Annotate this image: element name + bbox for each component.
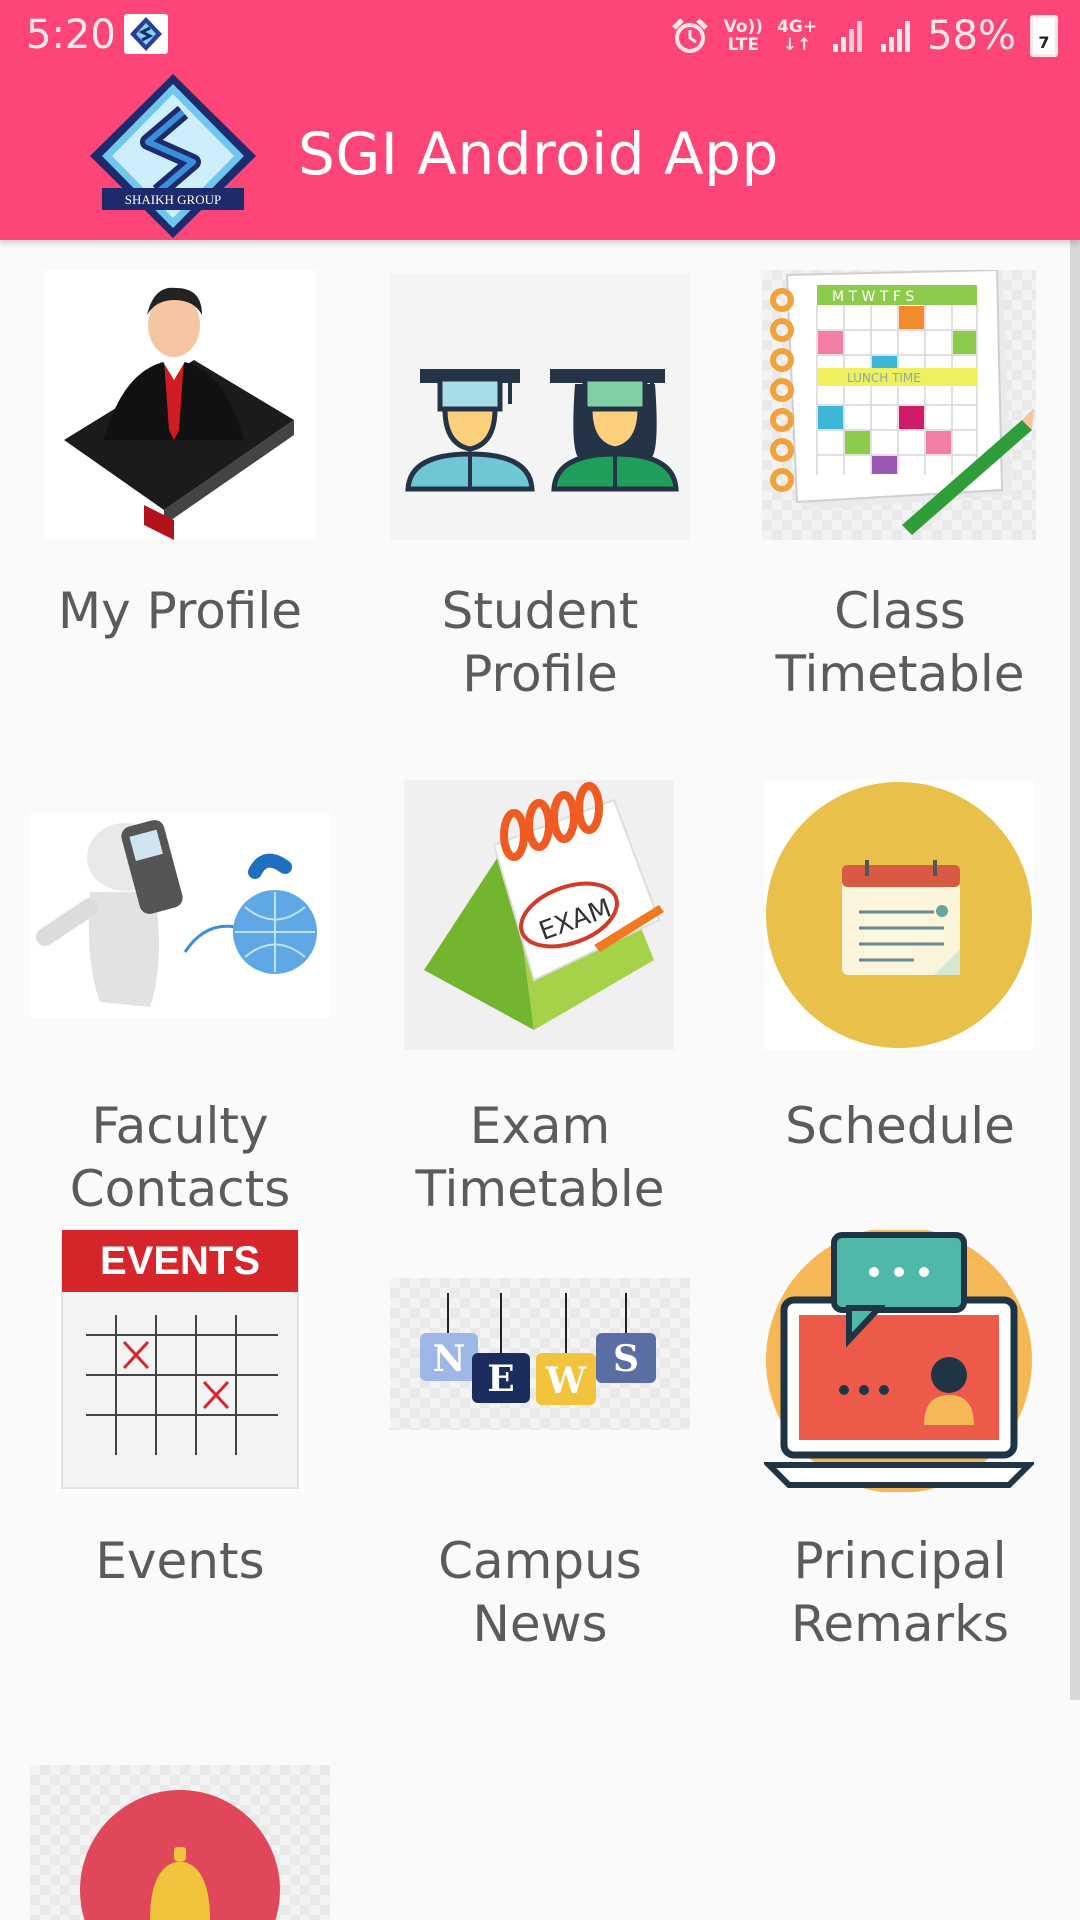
menu-label: Class Timetable [775, 582, 1025, 703]
app-logo-icon [124, 14, 168, 54]
events-calendar-icon: EVENTS [56, 1230, 304, 1492]
volte-indicator: Vo)) LTE [723, 17, 764, 55]
battery-percent: 58% [927, 13, 1016, 59]
app-bar: 5:20 Vo)) LTE 4G+ ↓↑ 58% 7 SHAIKH GROUP … [0, 0, 1080, 240]
scrollbar[interactable] [1070, 240, 1080, 1700]
svg-text:E: E [487, 1358, 514, 1400]
menu-label: Student Profile [441, 582, 639, 703]
teacher-profile-icon [44, 270, 316, 540]
signal-icon [881, 21, 911, 52]
bell-icon [30, 1765, 330, 1920]
menu-label: Exam Timetable [415, 1097, 665, 1218]
network-indicator: 4G+ ↓↑ [777, 17, 818, 55]
status-bar: 5:20 Vo)) LTE 4G+ ↓↑ 58% 7 [0, 0, 1080, 70]
svg-text:EVENTS: EVENTS [100, 1239, 260, 1283]
svg-text:W: W [545, 1360, 587, 1402]
timetable-calendar-icon: M T W T F S LUNCH TIME [762, 270, 1036, 540]
menu-label: My Profile [57, 582, 303, 640]
svg-text:N: N [433, 1338, 466, 1380]
svg-text:LUNCH TIME: LUNCH TIME [847, 371, 921, 385]
svg-text:S: S [613, 1338, 639, 1380]
svg-text:M T W T F S: M T W T F S [832, 289, 914, 305]
shaikh-group-logo: SHAIKH GROUP [88, 72, 258, 240]
status-icons: Vo)) LTE 4G+ ↓↑ 58% 7 [670, 10, 1058, 62]
schedule-notepad-icon [764, 780, 1034, 1050]
logo-text: SHAIKH GROUP [125, 192, 221, 207]
menu-label: Principal Remarks [790, 1532, 1010, 1653]
status-time: 5:20 [26, 12, 116, 58]
exam-calendar-icon: EXAM [404, 780, 674, 1050]
news-icon: N E W S [390, 1278, 690, 1430]
menu-label: Faculty Contacts [69, 1097, 291, 1218]
phone-contact-icon [30, 812, 330, 1018]
laptop-chat-icon [764, 1230, 1034, 1492]
signal-icon [833, 21, 863, 52]
battery-icon: 7 [1030, 15, 1058, 57]
menu-label: Schedule [785, 1097, 1015, 1155]
menu-label: Events [95, 1532, 265, 1590]
alarm-icon [671, 18, 708, 53]
menu-label: Campus News [438, 1532, 642, 1653]
graduates-icon [390, 274, 690, 540]
app-title: SGI Android App [298, 120, 779, 188]
